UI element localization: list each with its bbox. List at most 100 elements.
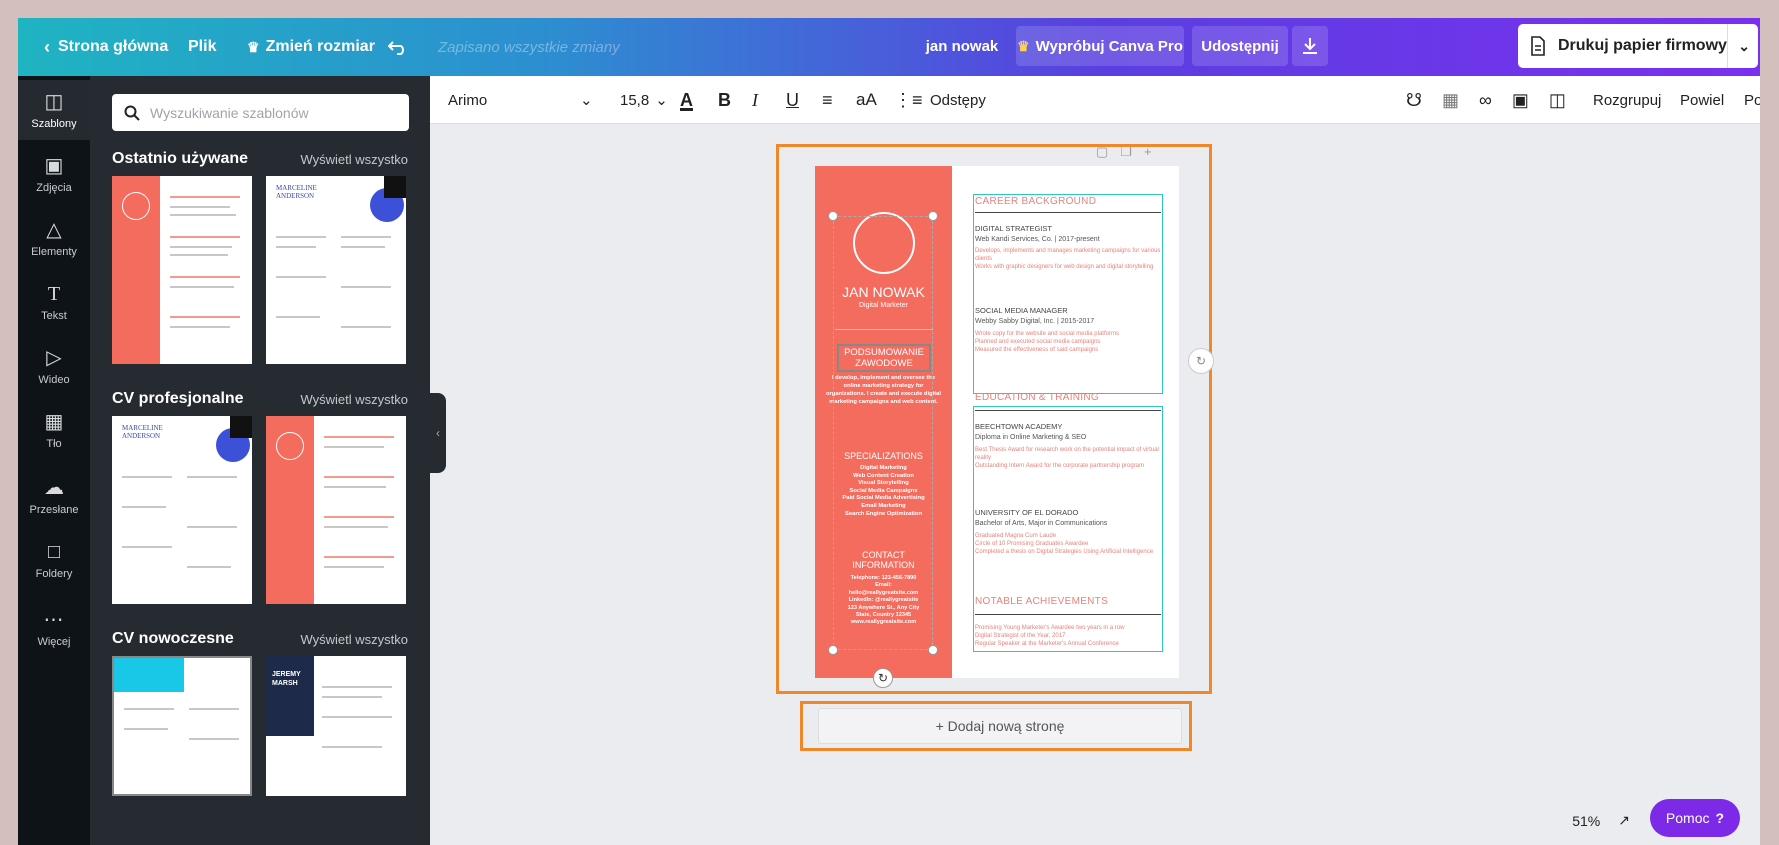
chevron-down-icon: ⌄ [580,92,593,109]
resize-handle[interactable] [928,211,938,221]
cv-edu2-sub[interactable]: Bachelor of Arts, Major in Communication… [975,520,1107,527]
underline-button[interactable]: U [786,76,799,124]
resize-button[interactable]: ♛ Zmień rozmiar [247,18,375,76]
cv-career-title[interactable]: CAREER BACKGROUND [975,196,1096,207]
rail-item-templates[interactable]: ◫ Szablony [18,80,90,140]
thumb-title: MARCELINE ANDERSON [122,424,163,440]
fullscreen-icon[interactable]: ↗ [1618,812,1630,829]
font-family-select[interactable]: Arimo [448,76,588,124]
cv-sidebar[interactable]: JAN NOWAK Digital Marketer PODSUMOWANIE … [815,166,952,688]
font-size-select[interactable]: 15,8 ⌄ [620,76,668,124]
rail-item-uploads[interactable]: ☁ Przesłane [18,466,90,526]
chevron-down-icon[interactable]: ⌄ [1727,24,1750,68]
zoom-control[interactable]: 51% ↗ [1572,812,1630,829]
template-thumb-red-cv[interactable] [112,176,252,364]
cv-education-title[interactable]: EDUCATION & TRAINING [975,392,1099,403]
resize-handle[interactable] [828,211,838,221]
video-icon: ▷ [46,346,62,369]
left-rail: ◫ Szablony ▣ Zdjęcia △ Elementy T Tekst … [18,76,90,845]
trash-icon[interactable]: ◫ [1549,90,1566,111]
rail-item-background[interactable]: ▦ Tło [18,400,90,460]
link-icon[interactable]: ∞ [1479,90,1492,111]
align-center-icon: ≡ [822,89,833,110]
cv-page[interactable]: JAN NOWAK Digital Marketer PODSUMOWANIE … [815,166,1179,688]
text-icon: T [47,282,61,305]
position-button[interactable]: Pozycja [1744,76,1760,124]
text-color-button[interactable]: A [680,76,693,124]
section-title-recent: Ostatnio używane [112,150,249,167]
cv-edu1-sub[interactable]: Diploma in Online Marketing & SEO [975,434,1086,441]
template-thumb-jeremy-marsh[interactable]: JEREMY MARSH [266,656,406,796]
transparency-icon[interactable]: ▦ [1442,90,1459,111]
list-icon: ⋮≡ [894,89,923,110]
search-input[interactable] [150,104,390,121]
letter-case-button[interactable]: aA [856,76,877,124]
uploads-icon: ☁ [44,476,64,499]
section-title-professional-cv: CV profesjonalne [112,390,244,407]
resize-handle[interactable] [828,645,838,655]
italic-button[interactable]: I [752,76,758,124]
text-color-icon: A [680,89,693,110]
user-name[interactable]: jan nowak [918,26,1006,66]
top-bar: ‹ Strona główna Plik ♛ Zmień rozmiar Zap… [18,18,1760,76]
print-letterhead-button[interactable]: Drukuj papier firmowy ⌄ [1518,24,1758,68]
download-button[interactable] [1292,26,1328,66]
rail-item-video[interactable]: ▷ Wideo [18,336,90,396]
resize-handle[interactable] [928,645,938,655]
cv-job1-title[interactable]: DIGITAL STRATEGIST [975,224,1052,233]
cv-job1-bullets[interactable]: Develops, implements and manages marketi… [975,247,1161,271]
view-all-recent[interactable]: Wyświetl wszystko [300,152,408,167]
lock-icon[interactable]: ▣ [1512,90,1529,111]
cv-job2-title[interactable]: SOCIAL MEDIA MANAGER [975,306,1068,315]
ungroup-button[interactable]: Rozgrupuj [1593,76,1661,124]
cv-edu1-title[interactable]: BEECHTOWN ACADEMY [975,422,1062,431]
rail-item-more[interactable]: ⋯ Więcej [18,598,90,658]
cv-job2-bullets[interactable]: Wrote copy for the website and social me… [975,330,1161,354]
selection-box [833,216,933,650]
template-thumb-modern-cyan[interactable] [112,656,252,796]
folders-icon: □ [47,540,61,563]
cv-achievements-title[interactable]: NOTABLE ACHIEVEMENTS [975,596,1108,607]
templates-panel: Ostatnio używane Wyświetl wszystko MARCE… [90,76,430,845]
document-icon [1531,36,1545,56]
rotate-handle[interactable]: ↻ [873,668,893,688]
file-menu[interactable]: Plik [188,18,216,76]
template-thumb-marceline-2[interactable]: MARCELINE ANDERSON [112,416,252,604]
cv-achievements-list[interactable]: Promising Young Marketer's Awardee two y… [975,624,1161,648]
templates-icon: ◫ [44,90,64,113]
cv-job1-company[interactable]: Web Kandi Services, Co. | 2017-present [975,236,1100,243]
template-search[interactable] [112,94,409,131]
font-dropdown-chevron[interactable]: ⌄ [580,76,593,124]
list-button[interactable]: ⋮≡ [894,76,923,124]
rail-item-text[interactable]: T Tekst [18,272,90,332]
align-button[interactable]: ≡ [822,76,833,124]
crown-icon: ♛ [1017,37,1030,54]
add-page-button[interactable]: + Dodaj nową stronę [818,708,1182,744]
view-all-modern-cv[interactable]: Wyświetl wszystko [300,632,408,647]
rail-item-elements[interactable]: △ Elementy [18,208,90,268]
cv-edu2-title[interactable]: UNIVERSITY OF EL DORADO [975,508,1078,517]
view-all-professional-cv[interactable]: Wyświetl wszystko [300,392,408,407]
crown-icon: ♛ [247,38,260,55]
undo-button[interactable] [388,18,408,76]
rail-item-photos[interactable]: ▣ Zdjęcia [18,144,90,204]
help-button[interactable]: Pomoc ? [1650,799,1740,837]
spacing-button[interactable]: Odstępy [930,76,986,124]
template-thumb-marceline[interactable]: MARCELINE ANDERSON [266,176,406,364]
duplicate-button[interactable]: Powiel [1680,76,1724,124]
cv-edu1-bullets[interactable]: Best Thesis Award for research work on t… [975,446,1161,470]
background-icon: ▦ [44,410,64,433]
share-button[interactable]: Udostępnij [1192,26,1288,66]
refresh-icon[interactable]: ↻ [1188,348,1214,374]
bold-button[interactable]: B [718,76,731,124]
chevron-down-icon: ⌄ [655,92,668,109]
cv-job2-company[interactable]: Webby Sabby Digital, Inc. | 2015-2017 [975,318,1094,325]
bold-icon: B [718,89,731,110]
try-canva-pro-button[interactable]: ♛ Wypróbuj Canva Pro [1016,26,1184,66]
section-title-modern-cv: CV nowoczesne [112,630,234,647]
rail-item-folders[interactable]: □ Foldery [18,530,90,590]
home-link[interactable]: ‹ Strona główna [44,18,168,76]
paint-format-icon[interactable]: ☋ [1406,90,1422,111]
cv-edu2-bullets[interactable]: Graduated Magna Cum Laude Circle of 10 P… [975,532,1161,556]
template-thumb-red-cv-2[interactable] [266,416,406,604]
